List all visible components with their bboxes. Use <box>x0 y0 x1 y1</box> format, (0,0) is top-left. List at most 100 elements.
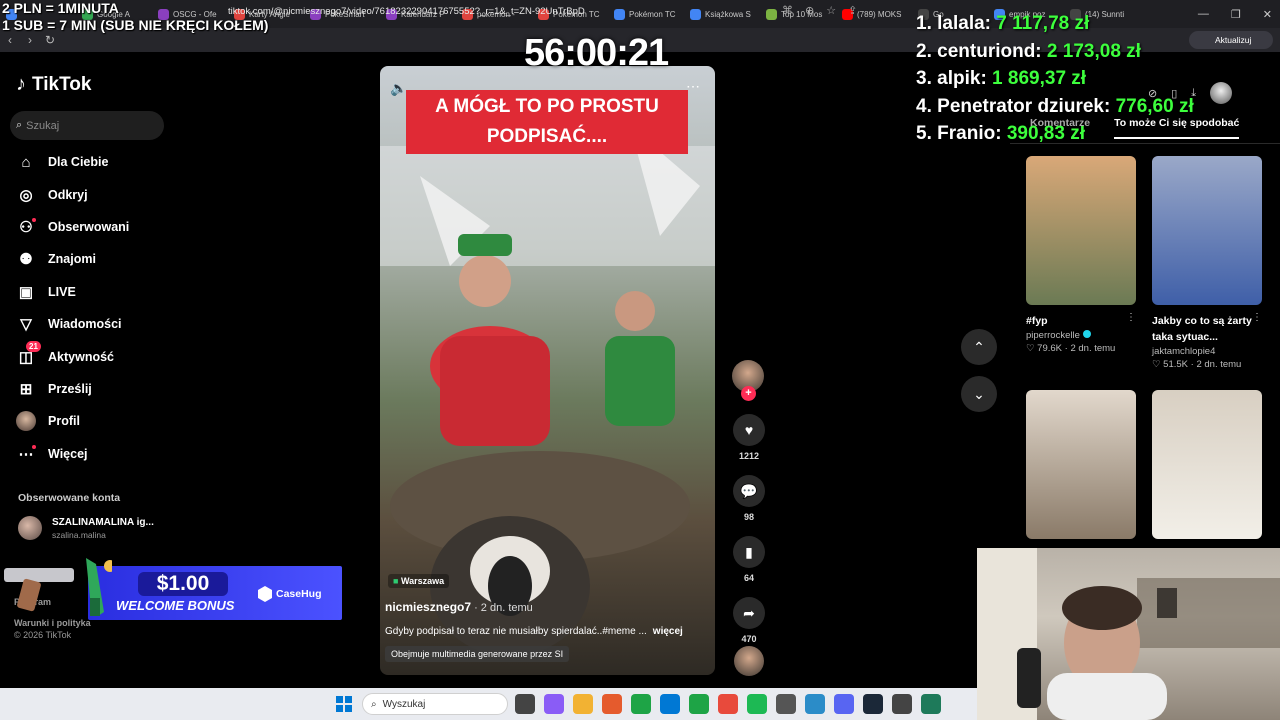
sidebar-item-upload[interactable]: ⊞ Prześlij <box>16 373 129 405</box>
bookmark-icon[interactable]: ▮ <box>733 536 765 568</box>
webcam-image <box>977 548 1280 720</box>
heart-icon[interactable]: ♥ <box>733 414 765 446</box>
followed-account[interactable]: SZALINAMALINA ig... szalina.malina <box>18 516 154 540</box>
location-chip[interactable]: ■ Warszawa <box>388 574 450 588</box>
tab-comments[interactable]: Komentarze <box>1030 117 1090 139</box>
taskbar-app-icon[interactable] <box>834 694 854 714</box>
recommended-card[interactable]: #fyp ⋮ piperrockelle ♡ 79.6K · 2 dn. temu <box>1026 156 1136 354</box>
sidebar-item-following[interactable]: ⚇ Obserwowani <box>16 211 129 243</box>
taskbar-app-icon[interactable] <box>776 694 796 714</box>
video-actions: + ♥ 1212 💬 98 ▮ 64 ➦ 470 <box>732 360 766 644</box>
sidebar-item-home[interactable]: ⌂ Dla Ciebie <box>16 146 129 178</box>
scroll-down-button[interactable]: ⌄ <box>961 376 997 412</box>
back-icon[interactable]: ‹ <box>0 33 20 47</box>
mute-icon[interactable]: 🔈 <box>390 80 407 97</box>
sidebar-item-messages[interactable]: ▽ Wiadomości <box>16 308 129 340</box>
update-button[interactable]: Aktualizuj <box>1189 31 1273 49</box>
comment-action[interactable]: 💬 98 <box>732 475 766 522</box>
share-arrow-icon[interactable]: ➦ <box>733 597 765 629</box>
bookmark-icon[interactable]: ☆ <box>826 4 836 17</box>
messages-icon: ▽ <box>20 316 32 334</box>
sidebar-item-profile[interactable]: Profil <box>16 405 129 437</box>
taskbar-app-icon[interactable] <box>805 694 825 714</box>
zoom-icon[interactable]: ⊕ <box>805 4 814 17</box>
more-link[interactable]: więcej <box>653 626 683 637</box>
download-icon[interactable]: ⤓ <box>1191 87 1196 100</box>
live-studio-icon[interactable]: ⊘ <box>1148 87 1157 100</box>
profile-icon <box>16 411 36 432</box>
taskbar-app-icon[interactable] <box>573 694 593 714</box>
sub-rate-line: 1 SUB = 7 MIN (SUB NIE KRĘCI KOŁEM) <box>2 17 269 33</box>
translate-icon[interactable]: ⌘ <box>782 4 793 17</box>
sidebar-item-compass[interactable]: ◎ Odkryj <box>16 178 129 210</box>
leaderboard-name: centuriond: <box>937 40 1042 62</box>
share-action[interactable]: ➦ 470 <box>732 597 766 644</box>
leaderboard-rank: 2. <box>916 40 932 62</box>
card-author[interactable]: jaktamchlopie4 <box>1152 346 1262 357</box>
video-thumbnail[interactable] <box>1152 390 1262 539</box>
taskbar-search[interactable]: ⌕ Wyszukaj <box>362 693 508 715</box>
sidebar-item-label: Prześlij <box>48 381 92 396</box>
card-meta: ♡ 79.6K · 2 dn. temu <box>1026 343 1116 354</box>
video-thumbnail[interactable] <box>1026 156 1136 305</box>
video-author[interactable]: nicmiesznego7 · 2 dn. temu <box>385 600 533 614</box>
card-menu-icon[interactable]: ⋮ <box>1252 312 1262 323</box>
card-menu-icon[interactable]: ⋮ <box>1126 312 1136 323</box>
comment-icon[interactable]: 💬 <box>733 475 765 507</box>
close-icon[interactable]: ✕ <box>1263 8 1272 21</box>
sidebar-item-more[interactable]: ⋯ Więcej <box>16 438 129 470</box>
minimize-icon[interactable]: — <box>1198 8 1209 20</box>
card-title[interactable]: #fyp <box>1026 313 1136 329</box>
share-icon[interactable]: ⇪ <box>848 4 857 17</box>
reload-icon[interactable]: ↻ <box>40 33 60 47</box>
avatar <box>18 516 42 540</box>
top-right-icons: ⊘ ▯ ⤓ <box>1148 82 1233 104</box>
scroll-up-button[interactable]: ⌃ <box>961 329 997 365</box>
taskbar-app-icon[interactable] <box>863 694 883 714</box>
search-bar[interactable]: ⌕ <box>10 111 164 140</box>
video-player[interactable]: A MÓGŁ TO PO PROSTU PODPISAĆ.... 🔈 ⋯ ■ W… <box>380 66 715 675</box>
search-input[interactable] <box>26 119 147 132</box>
new-dot-icon <box>32 217 36 222</box>
taskbar-app-icon[interactable] <box>689 694 709 714</box>
tiktok-logo[interactable]: ♪ TikTok <box>16 73 91 96</box>
recommended-card[interactable] <box>1152 390 1262 539</box>
tab-recommended[interactable]: To może Ci się spodobać <box>1114 117 1240 139</box>
author-avatar[interactable]: + <box>732 360 764 401</box>
card-author[interactable]: piperrockelle <box>1026 330 1136 341</box>
taskbar-app-icon[interactable] <box>660 694 680 714</box>
more-options-icon[interactable]: ⋯ <box>686 78 700 95</box>
taskbar-app-icon[interactable] <box>631 694 651 714</box>
recommended-card[interactable] <box>1026 390 1136 539</box>
save-action[interactable]: ▮ 64 <box>732 536 766 583</box>
sidebar-item-live[interactable]: ▣ LIVE <box>16 276 129 308</box>
heart-outline-icon: ♡ <box>1152 359 1161 370</box>
tab-label: (789) MOKS <box>857 9 902 19</box>
taskbar-app-icon[interactable] <box>515 694 535 714</box>
like-action[interactable]: ♥ 1212 <box>732 414 766 461</box>
taskbar-app-icon[interactable] <box>602 694 622 714</box>
forward-icon[interactable]: › <box>20 33 40 47</box>
device-icon[interactable]: ▯ <box>1171 87 1177 100</box>
sidebar-item-label: LIVE <box>48 284 76 299</box>
video-thumbnail[interactable] <box>1152 156 1262 305</box>
video-thumbnail[interactable] <box>1026 390 1136 539</box>
tabs-divider <box>1010 143 1280 144</box>
recommended-card[interactable]: Jakby co to są żarty taka sytuac... ⋮ jakt… <box>1152 156 1262 370</box>
followed-accounts-title: Obserwowane konta <box>18 492 121 504</box>
url-field[interactable]: tiktok.com/@nicmiesznego7/video/76182322… <box>228 4 748 20</box>
sidebar-item-activity[interactable]: ◫ Aktywność 21 <box>16 340 129 372</box>
profile-avatar[interactable] <box>1210 82 1233 104</box>
windows-start-icon[interactable] <box>336 696 352 712</box>
taskbar-app-icon[interactable] <box>544 694 564 714</box>
follow-plus-icon[interactable]: + <box>741 386 756 401</box>
taskbar-app-icon[interactable] <box>718 694 738 714</box>
tab-favicon-icon <box>766 8 777 20</box>
taskbar-app-icon[interactable] <box>921 694 941 714</box>
taskbar-app-icon[interactable] <box>747 694 767 714</box>
taskbar-app-icon[interactable] <box>892 694 912 714</box>
card-title[interactable]: Jakby co to są żarty taka sytuac... <box>1152 313 1262 345</box>
sidebar-item-friends[interactable]: ⚉ Znajomi <box>16 243 129 275</box>
sound-disc-avatar[interactable] <box>734 646 764 676</box>
maximize-icon[interactable]: ❐ <box>1231 8 1241 21</box>
